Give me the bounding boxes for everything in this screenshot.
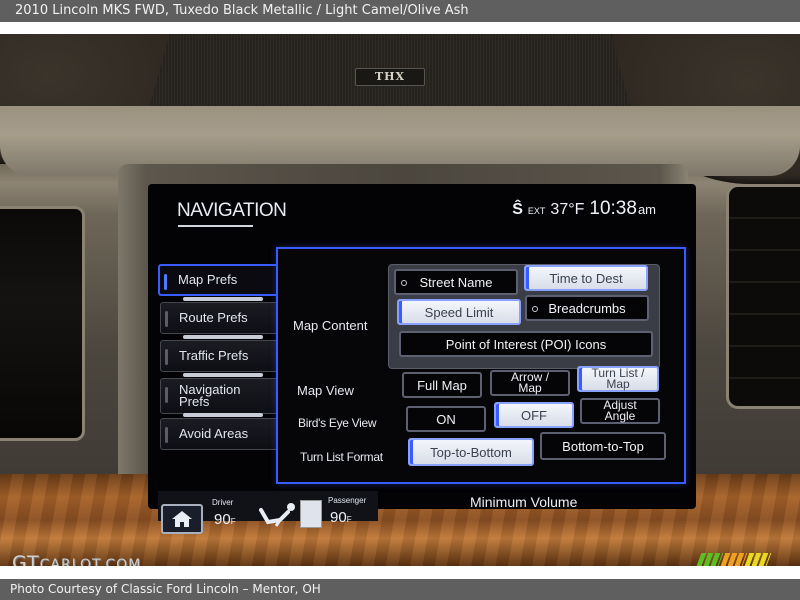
- clock-ampm: am: [637, 202, 656, 217]
- dashboard-photo: THX NAVIGATION Ŝ EXT 37°F 10:38 am Map P…: [0, 34, 800, 566]
- button-label: Turn List / Map: [591, 366, 645, 391]
- map-content-group: Street Name Time to Dest Speed Limit Bre…: [388, 264, 660, 369]
- photo-title-bar: 2010 Lincoln MKS FWD, Tuxedo Black Metal…: [0, 0, 800, 22]
- button-label: Top-to-Bottom: [430, 444, 512, 460]
- birds-eye-view-label: Bird's Eye View: [298, 416, 377, 430]
- driver-temperature[interactable]: 90F: [214, 511, 236, 528]
- button-label: Breadcrumbs: [548, 300, 626, 316]
- time-to-dest-toggle[interactable]: Time to Dest: [524, 265, 648, 291]
- navigation-screen: NAVIGATION Ŝ EXT 37°F 10:38 am Map Prefs…: [148, 184, 696, 534]
- button-label: Adjust Angle: [603, 398, 637, 423]
- spacer: [0, 566, 800, 579]
- home-icon: [172, 511, 192, 527]
- seat-icon[interactable]: [258, 502, 298, 528]
- breadcrumbs-toggle[interactable]: Breadcrumbs: [525, 295, 649, 321]
- radio-dot-icon: [401, 280, 407, 286]
- passenger-temp-value: 90: [330, 509, 347, 526]
- home-button[interactable]: [161, 504, 203, 534]
- driver-temp-unit: F: [230, 517, 236, 526]
- speed-limit-toggle[interactable]: Speed Limit: [397, 299, 521, 325]
- passenger-label: Passenger: [328, 496, 367, 505]
- ext-label: EXT: [527, 206, 546, 216]
- birds-eye-on-button[interactable]: ON: [406, 406, 486, 432]
- sirius-icon: Ŝ: [512, 201, 523, 218]
- button-label: Street Name: [419, 274, 493, 290]
- tab-label: Route Prefs: [179, 310, 248, 325]
- tab-navigation-prefs[interactable]: Navigation Prefs: [160, 378, 278, 414]
- button-label: Full Map: [417, 377, 467, 393]
- air-vent-left: [0, 206, 85, 441]
- button-label: ON: [436, 411, 456, 427]
- bottom-to-top-button[interactable]: Bottom-to-Top: [540, 432, 666, 460]
- poi-icons-button[interactable]: Point of Interest (POI) Icons: [399, 331, 653, 357]
- button-label: OFF: [521, 407, 547, 423]
- tab-highlight: [183, 335, 263, 339]
- tab-highlight: [183, 413, 263, 417]
- button-label: Bottom-to-Top: [562, 438, 644, 454]
- title-underline: [178, 225, 253, 227]
- tab-highlight: [183, 297, 263, 301]
- full-map-button[interactable]: Full Map: [402, 372, 482, 398]
- tab-map-prefs[interactable]: Map Prefs: [158, 264, 286, 296]
- status-bar: Ŝ EXT 37°F 10:38 am: [512, 198, 656, 220]
- tab-highlight: [183, 373, 263, 377]
- map-content-label: Map Content: [293, 318, 368, 333]
- seat-heat-icon[interactable]: [300, 500, 322, 528]
- screen-title: NAVIGATION: [177, 200, 287, 221]
- turn-list-format-label: Turn List Format: [300, 450, 383, 464]
- driver-temp-value: 90: [214, 511, 231, 528]
- tab-label: Navigation Prefs: [179, 382, 241, 409]
- button-label: Time to Dest: [549, 270, 623, 286]
- street-name-toggle[interactable]: Street Name: [394, 269, 518, 295]
- button-label: Point of Interest (POI) Icons: [445, 336, 607, 352]
- tab-avoid-areas[interactable]: Avoid Areas: [160, 418, 278, 450]
- adjust-angle-button[interactable]: Adjust Angle: [580, 398, 660, 424]
- button-label: Arrow / Map: [510, 370, 549, 395]
- air-vent-right: [726, 184, 800, 409]
- tab-label: Avoid Areas: [179, 426, 249, 441]
- button-label: Speed Limit: [424, 304, 494, 320]
- passenger-temp-unit: F: [346, 515, 352, 524]
- map-view-label: Map View: [297, 383, 354, 398]
- passenger-temperature[interactable]: 90F: [330, 509, 352, 526]
- radio-dot-icon: [532, 306, 538, 312]
- photo-credit-bar: Photo Courtesy of Classic Ford Lincoln –…: [0, 579, 800, 600]
- driver-label: Driver: [212, 498, 234, 507]
- tab-traffic-prefs[interactable]: Traffic Prefs: [160, 340, 278, 372]
- photo-credit: Photo Courtesy of Classic Ford Lincoln –…: [10, 582, 321, 596]
- tab-label: Traffic Prefs: [179, 348, 249, 363]
- outside-temperature: 37°F: [550, 201, 585, 218]
- photo-title: 2010 Lincoln MKS FWD, Tuxedo Black Metal…: [15, 3, 469, 18]
- tab-label: Map Prefs: [178, 272, 238, 287]
- turn-list-map-button[interactable]: Turn List / Map: [577, 366, 659, 392]
- birds-eye-off-button[interactable]: OFF: [494, 402, 574, 428]
- top-to-bottom-button[interactable]: Top-to-Bottom: [408, 438, 534, 466]
- thx-badge: THX: [355, 68, 425, 86]
- clock-time: 10:38: [589, 198, 637, 219]
- arrow-map-button[interactable]: Arrow / Map: [490, 370, 570, 396]
- volume-status: Minimum Volume: [470, 494, 578, 510]
- tab-route-prefs[interactable]: Route Prefs: [160, 302, 278, 334]
